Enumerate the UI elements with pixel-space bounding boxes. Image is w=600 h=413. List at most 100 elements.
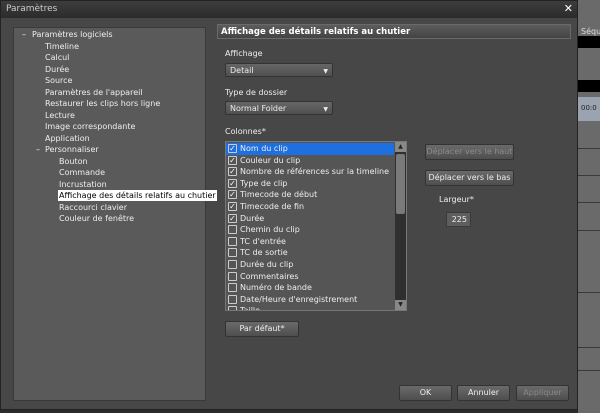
column-item[interactable]: Numéro de bande bbox=[226, 282, 394, 294]
checkbox-unchecked[interactable] bbox=[228, 306, 237, 310]
dialog-title: Paramètres bbox=[6, 4, 58, 14]
width-label: Largeur* bbox=[439, 195, 474, 204]
tree-item[interactable]: Calcul bbox=[45, 52, 69, 63]
folder-type-label: Type de dossier bbox=[225, 88, 288, 97]
ok-button[interactable]: OK bbox=[399, 385, 452, 401]
checkbox-checked[interactable]: ✓ bbox=[228, 155, 237, 165]
track-line bbox=[578, 370, 600, 371]
move-down-button[interactable]: Déplacer vers le bas bbox=[425, 170, 514, 186]
column-item[interactable]: TC d'entrée bbox=[226, 236, 394, 248]
checkbox-unchecked[interactable] bbox=[228, 271, 237, 281]
width-input[interactable]: 225 bbox=[446, 212, 471, 227]
apply-button[interactable]: Appliquer bbox=[516, 385, 569, 401]
move-up-button[interactable]: Déplacer vers le haut bbox=[425, 144, 514, 160]
columns-list[interactable]: ✓ Nom du clip ✓ Couleur du clip ✓ Nombre de r… bbox=[225, 141, 407, 311]
column-item[interactable]: Commentaires bbox=[226, 271, 394, 283]
column-item[interactable]: Durée du clip bbox=[226, 259, 394, 271]
column-label: Taille bbox=[240, 306, 261, 311]
list-scrollbar[interactable]: ▲ ▼ bbox=[395, 142, 406, 310]
column-item[interactable]: ✓ Durée bbox=[226, 213, 394, 225]
column-label: TC d'entrée bbox=[240, 236, 286, 246]
tree-sub-item[interactable]: Incrustation bbox=[59, 179, 107, 190]
settings-tree: – Paramètres logiciels Timeline Calcul D… bbox=[13, 27, 217, 401]
cancel-button[interactable]: Annuler bbox=[457, 385, 510, 401]
tree-item[interactable]: Paramètres de l'appareil bbox=[45, 87, 143, 98]
chevron-down-icon: ▼ bbox=[323, 68, 328, 75]
folder-type-dropdown[interactable]: Normal Folder ▼ bbox=[225, 101, 333, 115]
column-item[interactable]: ✓ Nom du clip bbox=[226, 143, 394, 155]
column-item[interactable]: ✓ Timecode de fin bbox=[226, 201, 394, 213]
column-label: Timecode de fin bbox=[240, 202, 305, 211]
column-label: Durée du clip bbox=[240, 260, 294, 269]
track-line bbox=[578, 202, 600, 203]
column-item[interactable]: ✓ Type de clip bbox=[226, 178, 394, 190]
track-line bbox=[578, 175, 600, 176]
column-label: Commentaires bbox=[240, 271, 299, 281]
timecode-display: 00:0 bbox=[578, 97, 600, 121]
display-label: Affichage bbox=[225, 49, 263, 58]
tree-sub-item[interactable]: Commande bbox=[59, 167, 105, 178]
checkbox-checked[interactable]: ✓ bbox=[228, 213, 237, 223]
column-item[interactable]: Taille bbox=[226, 305, 394, 311]
checkbox-checked[interactable]: ✓ bbox=[228, 167, 237, 177]
sequence-label: Séqu bbox=[581, 27, 600, 36]
checkbox-unchecked[interactable] bbox=[228, 283, 237, 293]
tree-item[interactable]: Application bbox=[45, 133, 90, 144]
checkbox-unchecked[interactable] bbox=[228, 248, 237, 258]
tree-root[interactable]: Paramètres logiciels bbox=[32, 29, 113, 40]
tree-collapse-icon[interactable]: – bbox=[36, 144, 40, 155]
tree-item[interactable]: Timeline bbox=[45, 41, 79, 52]
tree-item[interactable]: Lecture bbox=[45, 110, 75, 121]
display-dropdown[interactable]: Detail ▼ bbox=[225, 63, 333, 77]
checkbox-checked[interactable]: ✓ bbox=[228, 202, 237, 211]
tree-sub-item[interactable]: Couleur de fenêtre bbox=[59, 213, 134, 224]
background-bar bbox=[578, 36, 600, 48]
tree-item[interactable]: Restaurer les clips hors ligne bbox=[45, 98, 160, 109]
checkbox-checked[interactable]: ✓ bbox=[228, 190, 237, 200]
tree-item[interactable]: Image correspondante bbox=[45, 121, 135, 132]
column-label: Numéro de bande bbox=[240, 283, 312, 293]
tree-item[interactable]: Source bbox=[45, 75, 72, 86]
column-label: Durée bbox=[240, 213, 265, 223]
checkbox-checked[interactable]: ✓ bbox=[228, 178, 237, 188]
column-label: Date/Heure d'enregistrement bbox=[240, 294, 358, 304]
column-item[interactable]: ✓ Timecode de début bbox=[226, 189, 394, 201]
tree-group[interactable]: Personnaliser bbox=[45, 144, 99, 155]
title-bar: Paramètres ✕ bbox=[1, 1, 577, 18]
column-label: Chemin du clip bbox=[240, 225, 300, 235]
tree-sub-item[interactable]: Bouton bbox=[59, 156, 88, 167]
panel-header: Affichage des détails relatifs au chutie… bbox=[217, 24, 571, 39]
chevron-down-icon: ▼ bbox=[323, 106, 328, 113]
folder-type-value: Normal Folder bbox=[230, 104, 287, 113]
column-label: Nom du clip bbox=[240, 144, 288, 153]
background-bar bbox=[578, 80, 600, 92]
column-label: Type de clip bbox=[240, 178, 288, 188]
tree-collapse-icon[interactable]: – bbox=[22, 29, 26, 40]
checkbox-unchecked[interactable] bbox=[228, 260, 237, 269]
checkbox-unchecked[interactable] bbox=[228, 236, 237, 246]
scroll-thumb[interactable] bbox=[396, 154, 405, 214]
scroll-up-icon[interactable]: ▲ bbox=[395, 142, 406, 152]
tree-sub-item[interactable]: Raccourci clavier bbox=[59, 202, 127, 213]
column-item[interactable]: TC de sortie bbox=[226, 247, 394, 259]
columns-label: Colonnes* bbox=[225, 127, 266, 136]
close-icon[interactable]: ✕ bbox=[564, 2, 573, 15]
default-button[interactable]: Par défaut* bbox=[225, 321, 299, 337]
column-label: TC de sortie bbox=[240, 248, 288, 258]
background-app: Séqu 00:0 bbox=[578, 0, 600, 413]
checkbox-checked[interactable]: ✓ bbox=[228, 144, 237, 153]
column-item[interactable]: ✓ Nombre de références sur la timeline bbox=[226, 166, 394, 178]
track-line bbox=[578, 148, 600, 149]
scroll-down-icon[interactable]: ▼ bbox=[395, 300, 406, 310]
checkbox-unchecked[interactable] bbox=[228, 225, 237, 235]
column-item[interactable]: Date/Heure d'enregistrement bbox=[226, 294, 394, 306]
column-item[interactable]: Chemin du clip bbox=[226, 224, 394, 236]
settings-dialog: Paramètres ✕ – Paramètres logiciels Time… bbox=[0, 0, 578, 410]
column-label: Timecode de début bbox=[240, 190, 318, 200]
checkbox-unchecked[interactable] bbox=[228, 294, 237, 304]
track-line bbox=[578, 292, 600, 293]
tree-item[interactable]: Durée bbox=[45, 64, 69, 75]
column-label: Couleur du clip bbox=[240, 155, 301, 165]
tree-sub-item-selected[interactable]: Affichage des détails relatifs au chutie… bbox=[58, 190, 217, 201]
column-item[interactable]: ✓ Couleur du clip bbox=[226, 155, 394, 167]
